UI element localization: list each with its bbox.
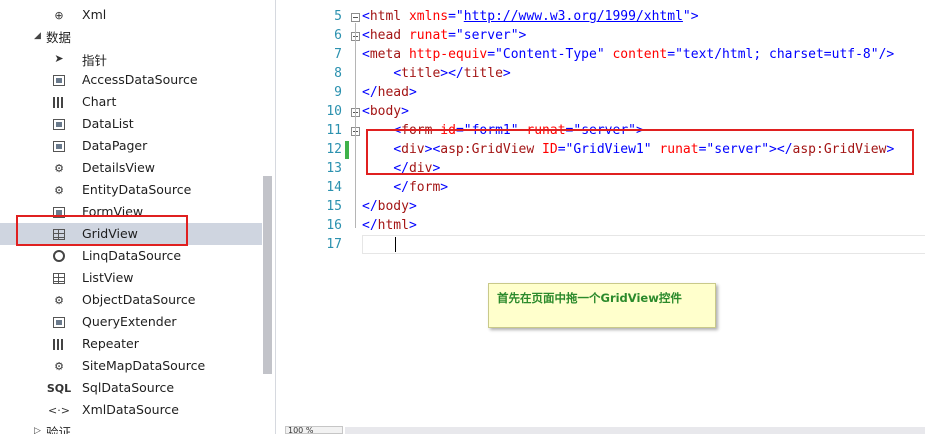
gridview-icon [51, 227, 67, 241]
sitemap-datasource-icon: ⚙ [54, 359, 64, 373]
code-line-11: <form id="form1" runat="server"> [393, 123, 644, 138]
toolbox-item-repeater[interactable]: Repeater [0, 333, 262, 355]
toolbox-item-pointer[interactable]: ➤ 指针 [0, 47, 262, 69]
toolbox-item-xmldatasource[interactable]: <·> XmlDataSource [0, 399, 262, 421]
code-line-7: <meta http-equiv="Content-Type" content=… [362, 47, 895, 62]
line-number-gutter: 5 6 7 8 9 10 11 12 13 14 15 16 17 [285, 0, 360, 425]
toolbox-scrollbar-thumb[interactable] [263, 176, 272, 374]
entity-datasource-icon: ⚙ [54, 183, 64, 197]
object-datasource-icon: ⚙ [54, 293, 64, 307]
code-line-12: <div><asp:GridView ID="GridView1" runat=… [393, 142, 895, 157]
line-number: 7 [334, 47, 342, 62]
toolbox-item-datalist[interactable]: DataList [0, 113, 262, 135]
fold-guide-line [355, 23, 356, 228]
sql-datasource-icon: SQL [46, 381, 72, 395]
toolbox-item-sitemapdatasource[interactable]: ⚙ SiteMapDataSource [0, 355, 262, 377]
datalist-icon [51, 117, 67, 131]
xml-control-icon: ⊕ [54, 8, 64, 22]
line-number: 5 [334, 9, 342, 24]
code-line-8: <title></title> [393, 66, 511, 81]
code-line-14: </form> [393, 180, 449, 195]
code-line-13: </div> [393, 161, 441, 176]
toolbox-item-sqldatasource[interactable]: SQL SqlDataSource [0, 377, 262, 399]
toolbox-panel: ⊕ Xml ◢ 数据 ➤ 指针 AccessDataSource Chart D… [0, 0, 276, 434]
collapse-arrow-icon: ▷ [34, 426, 41, 434]
code-line-15: </body> [362, 199, 417, 214]
toolbox-item-formview[interactable]: FormView [0, 201, 262, 223]
repeater-icon [51, 337, 67, 351]
line-number: 16 [326, 218, 342, 233]
code-line-6: <head runat="server"> [362, 28, 527, 43]
datapager-icon [51, 139, 67, 153]
datasource-icon [51, 73, 67, 87]
toolbox-item-gridview[interactable]: GridView [0, 223, 262, 245]
annotation-note-text: 首先在页面中拖一个GridView控件 [497, 291, 682, 305]
pointer-icon: ➤ [54, 51, 64, 65]
line-number: 12 [326, 142, 342, 157]
toolbox-item-chart[interactable]: Chart [0, 91, 262, 113]
code-line-16: </html> [362, 218, 417, 233]
linq-datasource-icon [51, 249, 67, 263]
line-number: 10 [326, 104, 342, 119]
listview-icon [51, 271, 67, 285]
toolbox-group-data[interactable]: ◢ 数据 [34, 26, 71, 46]
toolbox-item-accessdatasource[interactable]: AccessDataSource [0, 69, 262, 91]
code-line-5: <html xmlns="http://www.w3.org/1999/xhtm… [362, 9, 699, 24]
line-number: 17 [326, 237, 342, 252]
toolbox-item-xml[interactable]: ⊕ Xml [0, 4, 262, 26]
annotation-note: 首先在页面中拖一个GridView控件 [488, 283, 716, 328]
line-number: 11 [326, 123, 342, 138]
toolbox-item-datapager[interactable]: DataPager [0, 135, 262, 157]
code-line-10: <body> [362, 104, 409, 119]
toolbox-item-linqdatasource[interactable]: LinqDataSource [0, 245, 262, 267]
xml-datasource-icon: <·> [48, 403, 70, 417]
changed-line-marker [345, 141, 349, 159]
horizontal-scrollbar[interactable] [345, 427, 925, 434]
formview-icon [51, 205, 67, 219]
toolbox-item-detailsview[interactable]: ⚙ DetailsView [0, 157, 262, 179]
line-number: 9 [334, 85, 342, 100]
line-number: 8 [334, 66, 342, 81]
query-extender-icon [51, 315, 67, 329]
toolbox-item-listview[interactable]: ListView [0, 267, 262, 289]
line-number: 13 [326, 161, 342, 176]
text-caret [395, 237, 396, 252]
toolbox-group-validation[interactable]: ▷ 验证 [34, 421, 71, 434]
toolbox-item-objectdatasource[interactable]: ⚙ ObjectDataSource [0, 289, 262, 311]
expand-arrow-icon: ◢ [34, 31, 41, 41]
toolbox-item-entitydatasource[interactable]: ⚙ EntityDataSource [0, 179, 262, 201]
fold-toggle-icon[interactable] [351, 13, 360, 22]
code-editor[interactable]: 5 6 7 8 9 10 11 12 13 14 15 16 17 <html … [285, 0, 925, 434]
toolbox-item-queryextender[interactable]: QueryExtender [0, 311, 262, 333]
line-number: 6 [334, 28, 342, 43]
detailsview-icon: ⚙ [54, 161, 64, 175]
chart-icon [51, 95, 67, 109]
line-number: 14 [326, 180, 342, 195]
zoom-level-dropdown[interactable]: 100 % [285, 426, 343, 434]
line-number: 15 [326, 199, 342, 214]
code-line-9: </head> [362, 85, 417, 100]
